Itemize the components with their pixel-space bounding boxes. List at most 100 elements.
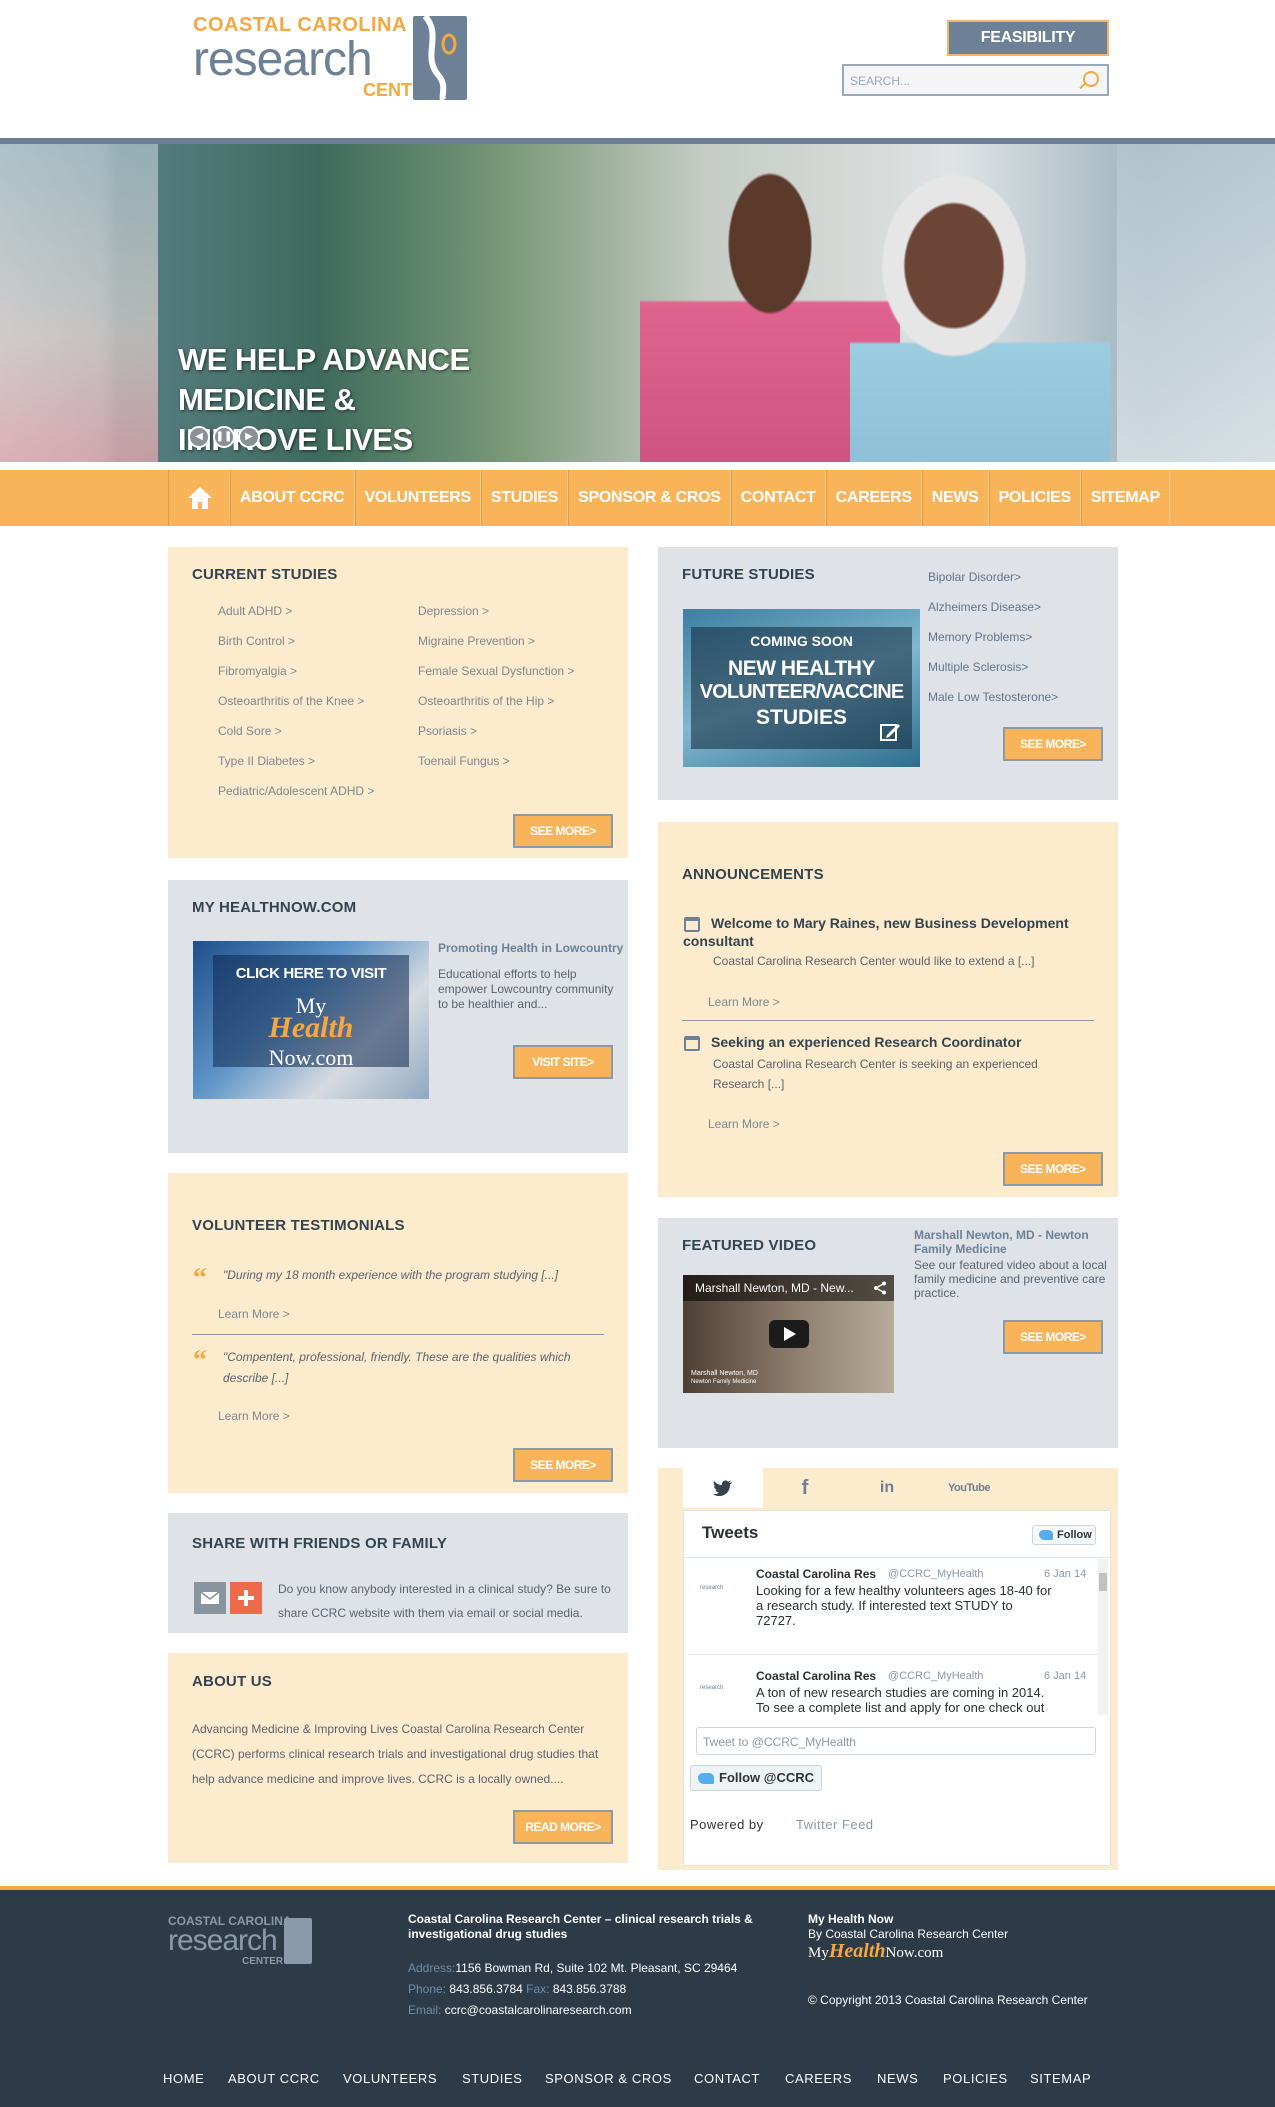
- footer-email[interactable]: Email: ccrc@coastalcarolinaresearch.com: [408, 2003, 632, 2017]
- study-link[interactable]: Psoriasis >: [418, 724, 477, 738]
- powered-by-link[interactable]: Twitter Feed: [796, 1817, 874, 1832]
- footer-nav-policies[interactable]: POLICIES: [943, 2071, 1008, 2086]
- site-logo[interactable]: COASTAL CAROLINA research CENTER: [193, 13, 473, 104]
- nav-volunteers[interactable]: VOLUNTEERS: [354, 470, 481, 526]
- study-link[interactable]: Cold Sore >: [218, 724, 282, 738]
- tab-twitter[interactable]: [683, 1468, 763, 1508]
- tab-linkedin[interactable]: in: [847, 1468, 927, 1508]
- study-link[interactable]: Fibromyalgia >: [218, 664, 297, 678]
- nav-news[interactable]: NEWS: [921, 470, 989, 526]
- study-link[interactable]: Type II Diabetes >: [218, 754, 315, 768]
- footer-nav-careers[interactable]: CAREERS: [785, 2071, 852, 2086]
- announcement-learn-more[interactable]: Learn More >: [708, 995, 780, 1009]
- tweet-handle: @CCRC_MyHealth: [888, 1670, 984, 1682]
- add-share-icon[interactable]: [230, 1582, 262, 1614]
- tweet-date: 6 Jan 14: [1044, 1670, 1087, 1682]
- footer-nav-sitemap[interactable]: SITEMAP: [1030, 2071, 1091, 2086]
- study-link[interactable]: Female Sexual Dysfunction >: [418, 664, 574, 678]
- follow-button[interactable]: Follow: [1032, 1525, 1096, 1545]
- share-icon[interactable]: [873, 1281, 887, 1295]
- footer-nav-sponsor[interactable]: SPONSOR & CROS: [545, 2071, 672, 2086]
- study-link[interactable]: Toenail Fungus >: [418, 754, 510, 768]
- slider-next-icon[interactable]: ▶: [238, 426, 260, 448]
- video-caption-name: Marshall Newton, MD: [691, 1370, 758, 1377]
- future-studies-image[interactable]: COMING SOON NEW HEALTHY VOLUNTEER/VACCIN…: [683, 609, 920, 767]
- nav-policies[interactable]: POLICIES: [988, 470, 1081, 526]
- myhealthnow-title: MY HEALTHNOW.COM: [192, 899, 357, 916]
- footer-logo[interactable]: COASTAL CAROLINA research CENTER: [168, 1914, 318, 1974]
- footer-address: Address:1156 Bowman Rd, Suite 102 Mt. Pl…: [408, 1961, 738, 1975]
- study-link[interactable]: Osteoarthritis of the Hip >: [418, 694, 554, 708]
- current-studies-see-more-button[interactable]: SEE MORE>: [513, 814, 613, 848]
- testimonials-panel: VOLUNTEER TESTIMONIALS “ "During my 18 m…: [168, 1173, 628, 1493]
- search-icon[interactable]: [1083, 71, 1099, 87]
- visit-site-button[interactable]: VISIT SITE>: [513, 1045, 613, 1079]
- study-link[interactable]: Adult ADHD >: [218, 604, 292, 618]
- featured-video-body: See our featured video about a local fam…: [914, 1258, 1107, 1300]
- myhealthnow-link-title[interactable]: Promoting Health in Lowcountry: [438, 941, 623, 955]
- about-title: ABOUT US: [192, 1673, 272, 1690]
- footer-nav-about[interactable]: ABOUT CCRC: [228, 2071, 320, 2086]
- testimonial-learn-more[interactable]: Learn More >: [218, 1409, 290, 1423]
- study-link[interactable]: Birth Control >: [218, 634, 295, 648]
- about-read-more-button[interactable]: READ MORE>: [513, 1810, 613, 1844]
- future-study-link[interactable]: Male Low Testosterone>: [928, 690, 1058, 704]
- announcements-panel: ANNOUNCEMENTS Welcome to Mary Raines, ne…: [658, 822, 1118, 1197]
- nav-sponsor[interactable]: SPONSOR & CROS: [568, 470, 731, 526]
- footer-nav-studies[interactable]: STUDIES: [462, 2071, 523, 2086]
- myhealthnow-image[interactable]: CLICK HERE TO VISIT My Health Now.com: [193, 941, 429, 1099]
- footer-nav-volunteers[interactable]: VOLUNTEERS: [343, 2071, 437, 2086]
- study-link[interactable]: Depression >: [418, 604, 489, 618]
- tweet[interactable]: research Coastal Carolina Res @CCRC_MyHe…: [688, 1655, 1098, 1717]
- nav-home[interactable]: [168, 470, 230, 526]
- divider: [192, 1334, 604, 1335]
- footer-nav-news[interactable]: NEWS: [877, 2071, 918, 2086]
- tweet-text: Looking for a few healthy volunteers age…: [756, 1583, 1052, 1628]
- future-study-link[interactable]: Memory Problems>: [928, 630, 1032, 644]
- future-study-link[interactable]: Alzheimers Disease>: [928, 600, 1041, 614]
- slider-prev-icon[interactable]: ◀: [188, 426, 210, 448]
- study-link[interactable]: Migraine Prevention >: [418, 634, 535, 648]
- hero-photo-woman: [850, 160, 1110, 462]
- featured-video-see-more-button[interactable]: SEE MORE>: [1003, 1320, 1103, 1354]
- quote-icon: “: [193, 1345, 207, 1376]
- play-icon[interactable]: [769, 1320, 809, 1348]
- study-link[interactable]: Osteoarthritis of the Knee >: [218, 694, 364, 708]
- announcements-title: ANNOUNCEMENTS: [682, 866, 824, 883]
- tab-facebook[interactable]: f: [765, 1468, 845, 1508]
- email-share-icon[interactable]: [194, 1582, 226, 1614]
- video-player[interactable]: Marshall Newton, MD - New... Marshall Ne…: [683, 1275, 894, 1393]
- footer-myhealthnow-logo[interactable]: MyHealthNow.com: [808, 1940, 943, 1966]
- tweet-compose-input[interactable]: Tweet to @CCRC_MyHealth: [696, 1727, 1096, 1755]
- slider-pause-icon[interactable]: ❚❚: [213, 426, 235, 448]
- footer-nav-home[interactable]: HOME: [163, 2071, 204, 2086]
- future-image-line1: COMING SOON: [750, 633, 853, 649]
- nav-about[interactable]: ABOUT CCRC: [230, 470, 355, 526]
- home-icon: [188, 487, 212, 509]
- future-study-link[interactable]: Multiple Sclerosis>: [928, 660, 1028, 674]
- announcement-learn-more[interactable]: Learn More >: [708, 1117, 780, 1131]
- follow-ccrc-button[interactable]: Follow @CCRC: [690, 1765, 822, 1791]
- tweets-scrollbar[interactable]: [1098, 1559, 1108, 1715]
- future-studies-see-more-button[interactable]: SEE MORE>: [1003, 727, 1103, 761]
- nav-studies[interactable]: STUDIES: [480, 470, 569, 526]
- announcements-see-more-button[interactable]: SEE MORE>: [1003, 1152, 1103, 1186]
- future-study-link[interactable]: Bipolar Disorder>: [928, 570, 1021, 584]
- featured-video-link[interactable]: Marshall Newton, MD - Newton Family Medi…: [914, 1228, 1104, 1256]
- featured-video-title: FEATURED VIDEO: [682, 1237, 817, 1254]
- nav-contact[interactable]: CONTACT: [730, 470, 826, 526]
- study-link[interactable]: Pediatric/Adolescent ADHD >: [218, 784, 374, 798]
- nav-careers[interactable]: CAREERS: [825, 470, 922, 526]
- testimonials-see-more-button[interactable]: SEE MORE>: [513, 1448, 613, 1482]
- hero-title-line1: WE HELP ADVANCE MEDICINE &: [178, 342, 470, 417]
- footer-nav-contact[interactable]: CONTACT: [694, 2071, 760, 2086]
- tweet-text: A ton of new research studies are coming…: [756, 1685, 1045, 1715]
- announcement-title[interactable]: Seeking an experienced Research Coordina…: [711, 1033, 1091, 1051]
- feasibility-requests-button[interactable]: FEASIBILITY REQUESTS: [947, 20, 1109, 78]
- tweet[interactable]: research Coastal Carolina Res @CCRC_MyHe…: [688, 1557, 1098, 1655]
- tab-youtube[interactable]: YouTube: [929, 1468, 1009, 1508]
- announcement-title[interactable]: Welcome to Mary Raines, new Business Dev…: [683, 914, 1093, 950]
- testimonial-learn-more[interactable]: Learn More >: [218, 1307, 290, 1321]
- nav-sitemap[interactable]: SITEMAP: [1080, 470, 1170, 526]
- search-input[interactable]: SEARCH...: [842, 64, 1109, 96]
